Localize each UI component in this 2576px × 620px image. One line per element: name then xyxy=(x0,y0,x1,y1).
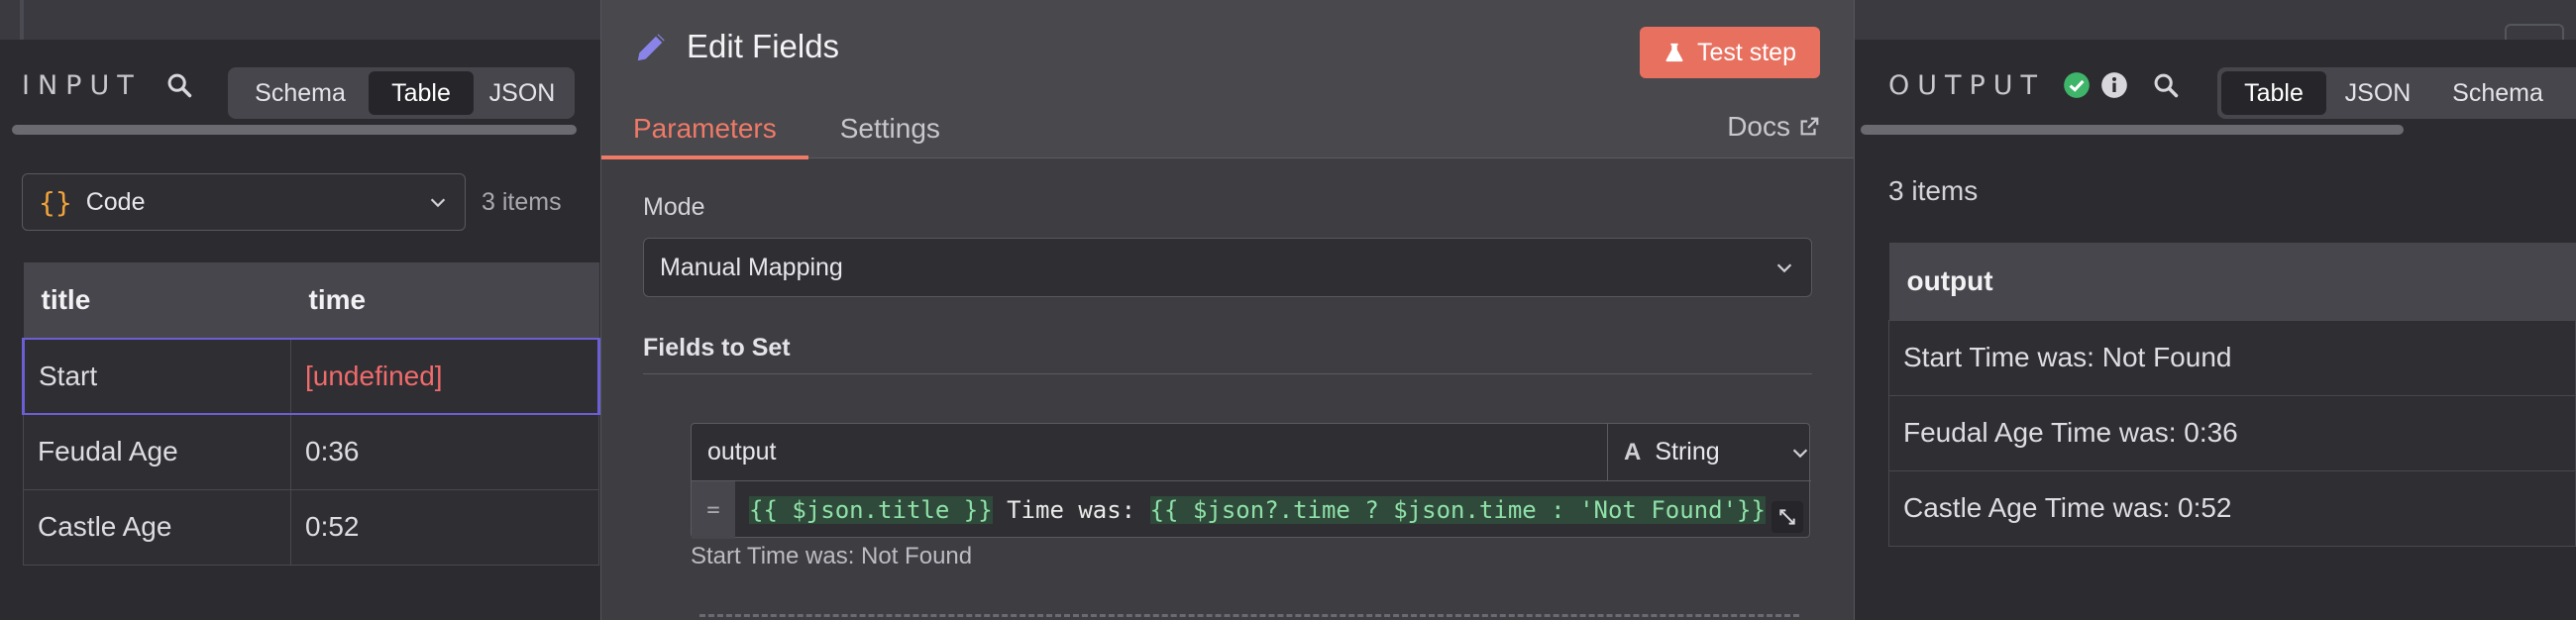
expression-text: Time was: xyxy=(992,496,1150,524)
modal-header: Edit Fields Test step Parameters Setting… xyxy=(601,0,1854,159)
table-row[interactable]: Feudal Age Time was: 0:36 xyxy=(1888,394,2576,471)
field-type-value: String xyxy=(1655,438,1720,465)
string-type-icon: A xyxy=(1624,438,1642,465)
tab-parameters[interactable]: Parameters xyxy=(601,99,808,159)
table-cell: Castle Age Time was: 0:52 xyxy=(1888,469,2576,547)
table-cell: Start Time was: Not Found xyxy=(1888,319,2576,396)
table-cell: Feudal Age Time was: 0:36 xyxy=(1888,394,2576,471)
docs-link[interactable]: Docs xyxy=(1727,111,1820,143)
expand-expression-icon[interactable] xyxy=(1771,501,1803,533)
expression-result-preview: Start Time was: Not Found xyxy=(691,543,973,569)
table-row[interactable]: Feudal Age 0:36 xyxy=(23,413,599,490)
output-tab-table[interactable]: Table xyxy=(2221,71,2326,115)
chevron-down-icon xyxy=(1792,448,1808,458)
input-tab-json[interactable]: JSON xyxy=(474,71,571,115)
field-type-select[interactable]: A String xyxy=(1608,424,1811,481)
output-table: output Start Time was: Not Found Feudal … xyxy=(1888,243,2576,547)
table-cell: Start xyxy=(22,338,291,415)
field-value-expression[interactable]: = {{ $json.title }} Time was: {{ $json?.… xyxy=(692,481,1811,539)
tab-settings[interactable]: Settings xyxy=(808,99,972,158)
mode-value: Manual Mapping xyxy=(660,253,843,281)
fields-to-set-label: Fields to Set xyxy=(643,334,791,362)
info-icon[interactable] xyxy=(2100,71,2128,99)
canvas-node-edge xyxy=(2505,24,2564,40)
output-items-count: 3 items xyxy=(1888,175,1979,206)
test-step-button[interactable]: Test step xyxy=(1639,27,1820,78)
input-tab-table[interactable]: Table xyxy=(369,71,474,115)
add-field-dropzone[interactable] xyxy=(699,614,1799,617)
input-panel-title: INPUT xyxy=(22,69,142,101)
output-tab-schema[interactable]: Schema xyxy=(2429,71,2566,115)
test-step-label: Test step xyxy=(1696,38,1796,66)
pencil-icon xyxy=(637,34,665,61)
table-cell: Feudal Age xyxy=(23,413,291,490)
output-tab-json[interactable]: JSON xyxy=(2326,71,2429,115)
edit-fields-modal: Edit Fields Test step Parameters Setting… xyxy=(600,0,1855,620)
modal-title: Edit Fields xyxy=(687,28,840,64)
table-cell: [undefined] xyxy=(290,338,600,415)
modal-tabs: Parameters Settings xyxy=(601,99,972,159)
table-cell: 0:52 xyxy=(290,488,599,566)
mode-label: Mode xyxy=(643,193,705,221)
output-search-icon[interactable] xyxy=(2148,67,2184,103)
output-panel-title: OUTPUT xyxy=(1888,69,2046,101)
field-name-input[interactable]: output xyxy=(692,424,1608,481)
table-row[interactable]: Start Time was: Not Found xyxy=(1888,319,2576,396)
chevron-down-icon xyxy=(1776,263,1792,273)
code-braces-icon: {} xyxy=(39,185,72,219)
table-cell: Castle Age xyxy=(23,488,291,566)
input-node-label: Code xyxy=(85,187,146,216)
input-scrollbar[interactable] xyxy=(12,125,577,135)
output-view-switch: Table JSON Schema xyxy=(2217,67,2576,119)
output-scrollbar[interactable] xyxy=(1861,125,2404,135)
input-search-icon[interactable] xyxy=(161,67,197,103)
input-panel: INPUT Schema Table JSON {} Code 3 items … xyxy=(0,40,600,620)
divider xyxy=(643,373,1812,374)
field-assignment: output A String = {{ $json.title }} Time… xyxy=(691,423,1811,539)
input-col-title: title xyxy=(23,262,291,339)
table-row[interactable]: Start [undefined] xyxy=(22,338,600,415)
input-node-select[interactable]: {} Code xyxy=(22,173,466,231)
expression-token: {{ $json.title }} xyxy=(749,496,993,524)
external-link-icon xyxy=(1800,117,1819,136)
chevron-down-icon xyxy=(430,198,446,208)
output-col-output: output xyxy=(1888,243,2576,320)
output-panel: OUTPUT Table JSON Schema 3 items output … xyxy=(1855,40,2576,620)
expression-token: {{ $json?.time ? $json.time : 'Not Found… xyxy=(1149,496,1766,524)
input-tab-schema[interactable]: Schema xyxy=(232,71,369,115)
input-view-switch: Schema Table JSON xyxy=(228,67,575,119)
docs-label: Docs xyxy=(1727,111,1790,142)
input-items-count: 3 items xyxy=(482,188,562,216)
table-cell: 0:36 xyxy=(290,413,599,490)
mode-select[interactable]: Manual Mapping xyxy=(643,238,1812,297)
table-row[interactable]: Castle Age Time was: 0:52 xyxy=(1888,469,2576,547)
input-table: title time Start [undefined] Feudal Age … xyxy=(22,262,600,566)
flask-icon xyxy=(1665,43,1683,62)
success-check-icon xyxy=(2064,72,2090,98)
expression-equals-icon: = xyxy=(692,481,735,539)
input-col-time: time xyxy=(290,262,599,339)
table-row[interactable]: Castle Age 0:52 xyxy=(23,488,599,566)
